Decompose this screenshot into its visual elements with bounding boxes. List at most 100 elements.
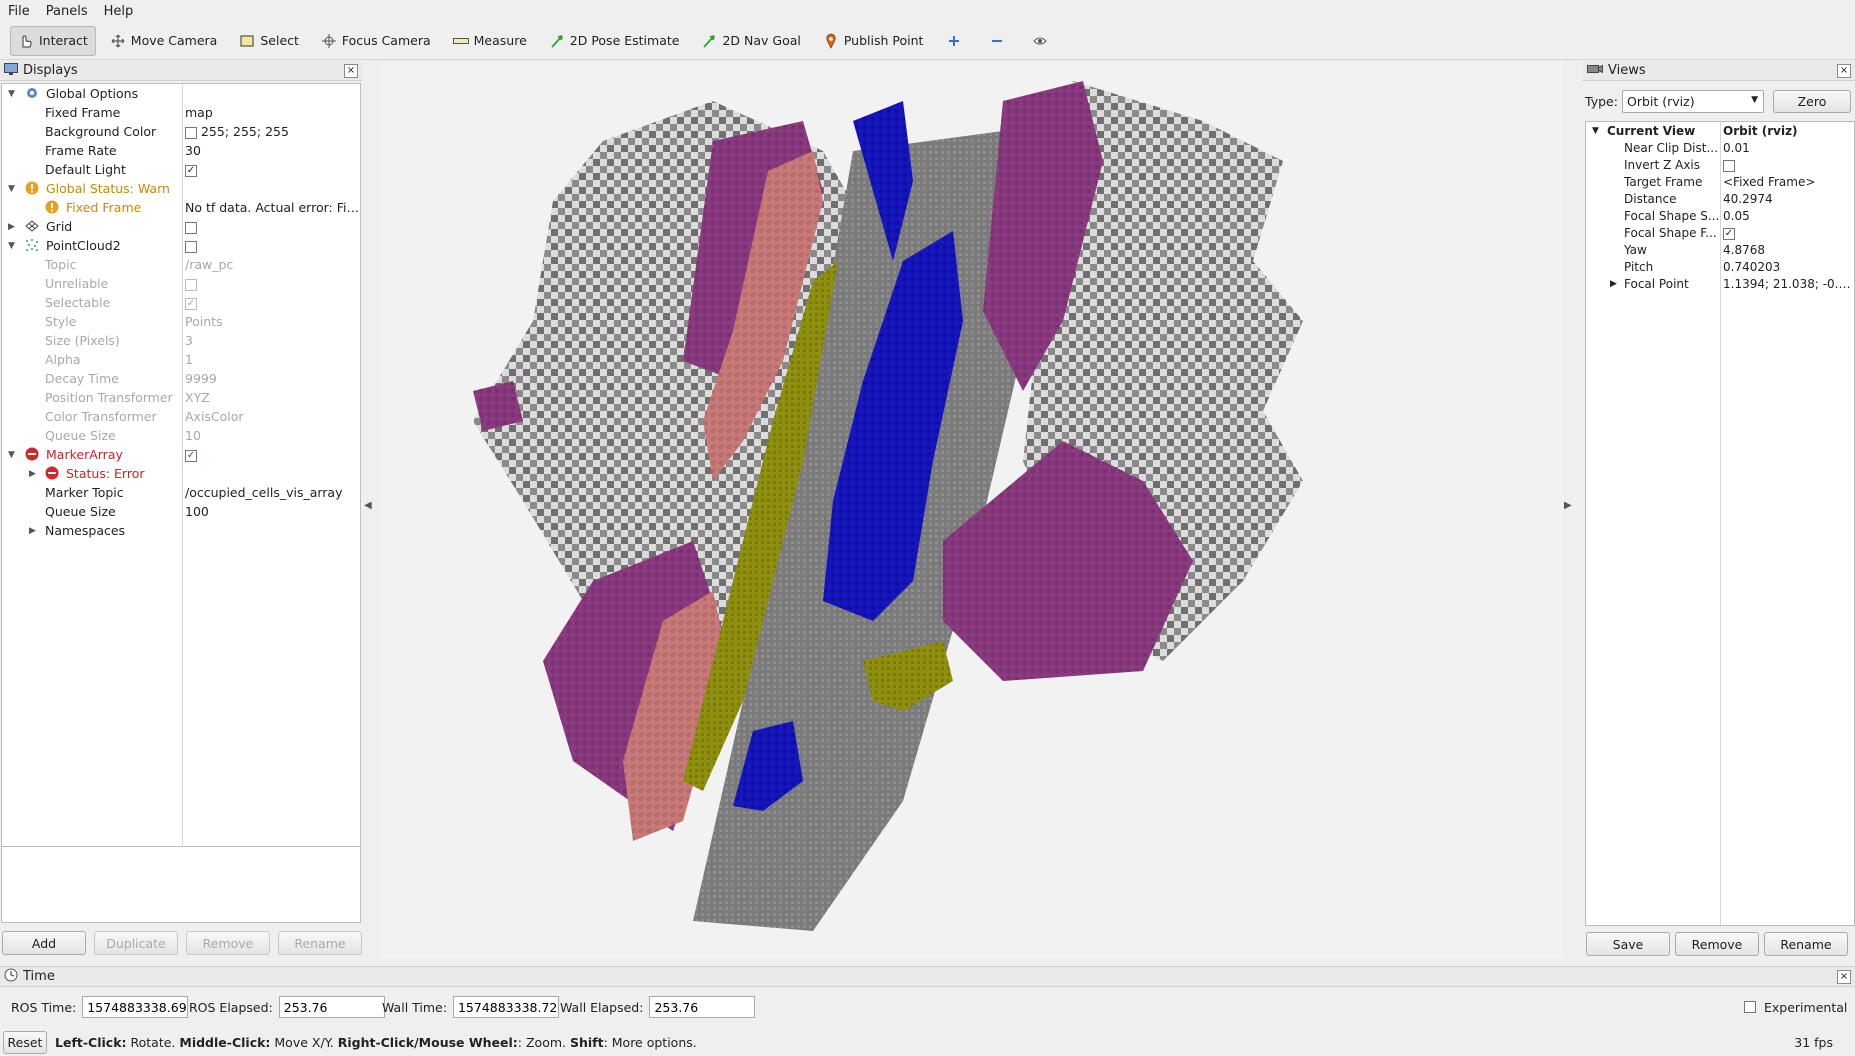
- tree-value[interactable]: AxisColor: [185, 409, 360, 424]
- tree-value[interactable]: ✓: [185, 295, 360, 310]
- tree-row-queue-size[interactable]: Queue Size 10: [2, 426, 360, 445]
- view-value[interactable]: 0.01: [1723, 141, 1853, 155]
- tree-row-unreliable[interactable]: Unreliable: [2, 274, 360, 293]
- tree-value[interactable]: 255; 255; 255: [185, 124, 360, 139]
- view-value[interactable]: [1723, 158, 1853, 172]
- interact-tool-button[interactable]: Interact: [10, 25, 96, 56]
- chevron-right-icon[interactable]: ▶: [29, 526, 39, 536]
- chevron-down-icon[interactable]: ▼: [8, 241, 18, 251]
- experimental-toggle[interactable]: Experimental: [1744, 995, 1847, 1019]
- view-value[interactable]: ✓: [1723, 226, 1853, 240]
- checkbox[interactable]: [185, 221, 197, 234]
- menu-panels[interactable]: Panels: [46, 4, 88, 19]
- tree-value[interactable]: [185, 219, 360, 234]
- tree-value[interactable]: /raw_pc: [185, 257, 360, 272]
- chevron-down-icon[interactable]: ▼: [8, 184, 18, 194]
- tree-row-alpha[interactable]: Alpha 1: [2, 350, 360, 369]
- experimental-checkbox[interactable]: [1744, 1001, 1756, 1013]
- view-value[interactable]: 0.740203: [1723, 260, 1853, 274]
- publish-point-tool-button[interactable]: Publish Point: [815, 26, 932, 56]
- view-row-near-clip[interactable]: Near Clip Dist... 0.01: [1586, 141, 1854, 158]
- view-row-target-frame[interactable]: Target Frame <Fixed Frame>: [1586, 175, 1854, 192]
- view-row-pitch[interactable]: Pitch 0.740203: [1586, 260, 1854, 277]
- menu-help[interactable]: Help: [104, 4, 134, 19]
- wall-time-input[interactable]: [452, 996, 559, 1018]
- tree-value[interactable]: [185, 276, 360, 291]
- tree-row-global-options[interactable]: ▼ Global Options: [2, 84, 360, 103]
- tree-value[interactable]: map: [185, 105, 360, 120]
- 2d-nav-goal-tool-button[interactable]: 2D Nav Goal: [693, 26, 808, 56]
- close-icon[interactable]: ×: [1837, 970, 1851, 984]
- add-button[interactable]: Add: [2, 931, 86, 955]
- tree-value[interactable]: 3: [185, 333, 360, 348]
- tree-row-frame-rate[interactable]: Frame Rate 30: [2, 141, 360, 160]
- 2d-pose-estimate-tool-button[interactable]: 2D Pose Estimate: [541, 26, 688, 56]
- view-value[interactable]: 40.2974: [1723, 192, 1853, 206]
- tree-value[interactable]: Points: [185, 314, 360, 329]
- tree-value[interactable]: 1: [185, 352, 360, 367]
- tree-row-global-status[interactable]: ▼ Global Status: Warn: [2, 179, 360, 198]
- tree-row-status-fixed-frame[interactable]: Fixed Frame No tf data. Actual error: Fi…: [2, 198, 360, 217]
- wall-elapsed-input[interactable]: [649, 996, 756, 1018]
- tree-value[interactable]: 10: [185, 428, 360, 443]
- tree-row-default-light[interactable]: Default Light ✓: [2, 160, 360, 179]
- tree-value[interactable]: [185, 238, 360, 253]
- chevron-down-icon[interactable]: ▼: [8, 450, 18, 460]
- checkbox[interactable]: ✓: [185, 164, 197, 177]
- select-tool-button[interactable]: Select: [231, 26, 307, 56]
- tree-row-marker-queue-size[interactable]: Queue Size 100: [2, 502, 360, 521]
- view-row-focal-shape-fixed[interactable]: Focal Shape F... ✓: [1586, 226, 1854, 243]
- close-icon[interactable]: ×: [344, 64, 358, 78]
- menu-file[interactable]: File: [8, 4, 30, 19]
- view-value[interactable]: <Fixed Frame>: [1723, 175, 1853, 189]
- tree-row-style[interactable]: Style Points: [2, 312, 360, 331]
- tree-row-decay-time[interactable]: Decay Time 9999: [2, 369, 360, 388]
- move-camera-tool-button[interactable]: Move Camera: [102, 26, 226, 56]
- view-row-focal-shape-size[interactable]: Focal Shape S... 0.05: [1586, 209, 1854, 226]
- tree-row-pointcloud2[interactable]: ▼ PointCloud2: [2, 236, 360, 255]
- save-button[interactable]: Save: [1586, 932, 1670, 956]
- collapse-left-handle[interactable]: ◀: [364, 500, 372, 511]
- tree-value[interactable]: 100: [185, 504, 360, 519]
- reset-button[interactable]: Reset: [3, 1031, 47, 1054]
- tree-row-selectable[interactable]: Selectable ✓: [2, 293, 360, 312]
- chevron-right-icon[interactable]: ▶: [8, 222, 18, 232]
- checkbox[interactable]: [1723, 159, 1735, 172]
- tree-value[interactable]: 30: [185, 143, 360, 158]
- chevron-right-icon[interactable]: ▶: [29, 469, 39, 479]
- zero-button[interactable]: Zero: [1773, 90, 1851, 113]
- tree-row-position-transformer[interactable]: Position Transformer XYZ: [2, 388, 360, 407]
- view-value[interactable]: 4.8768: [1723, 243, 1853, 257]
- rename-button[interactable]: Rename: [278, 931, 362, 955]
- ros-elapsed-input[interactable]: [278, 996, 385, 1018]
- tree-value[interactable]: ✓: [185, 162, 360, 177]
- view-row-focal-point[interactable]: ▶ Focal Point 1.1394; 21.038; -0.29...: [1586, 277, 1854, 294]
- view-type-select[interactable]: Orbit (rviz) ▼: [1622, 90, 1764, 113]
- view-value[interactable]: 0.05: [1723, 209, 1853, 223]
- tree-row-markerarray[interactable]: ▼ MarkerArray ✓: [2, 445, 360, 464]
- 3d-viewport[interactable]: [383, 61, 1563, 959]
- view-row-yaw[interactable]: Yaw 4.8768: [1586, 243, 1854, 260]
- ros-time-input[interactable]: [82, 996, 189, 1018]
- tree-row-background-color[interactable]: Background Color 255; 255; 255: [2, 122, 360, 141]
- tree-row-marker-topic[interactable]: Marker Topic /occupied_cells_vis_array: [2, 483, 360, 502]
- view-tool-button[interactable]: [1023, 26, 1062, 56]
- tree-value[interactable]: /occupied_cells_vis_array: [185, 485, 360, 500]
- focus-camera-tool-button[interactable]: Focus Camera: [313, 26, 439, 56]
- checkbox[interactable]: [185, 278, 197, 291]
- tree-row-namespaces[interactable]: ▶ Namespaces: [2, 521, 360, 540]
- chevron-down-icon[interactable]: ▼: [1592, 126, 1599, 136]
- remove-tool-button[interactable]: [980, 26, 1019, 56]
- checkbox[interactable]: ✓: [1723, 227, 1735, 240]
- tree-row-fixed-frame[interactable]: Fixed Frame map: [2, 103, 360, 122]
- tree-row-status-error[interactable]: ▶ Status: Error: [2, 464, 360, 483]
- tree-value[interactable]: 9999: [185, 371, 360, 386]
- remove-view-button[interactable]: Remove: [1675, 932, 1759, 956]
- collapse-right-handle[interactable]: ▶: [1564, 500, 1572, 511]
- tree-row-size[interactable]: Size (Pixels) 3: [2, 331, 360, 350]
- color-swatch[interactable]: [185, 126, 197, 139]
- chevron-right-icon[interactable]: ▶: [1610, 279, 1617, 289]
- view-row-distance[interactable]: Distance 40.2974: [1586, 192, 1854, 209]
- measure-tool-button[interactable]: Measure: [445, 26, 535, 56]
- view-value[interactable]: 1.1394; 21.038; -0.29...: [1723, 277, 1853, 291]
